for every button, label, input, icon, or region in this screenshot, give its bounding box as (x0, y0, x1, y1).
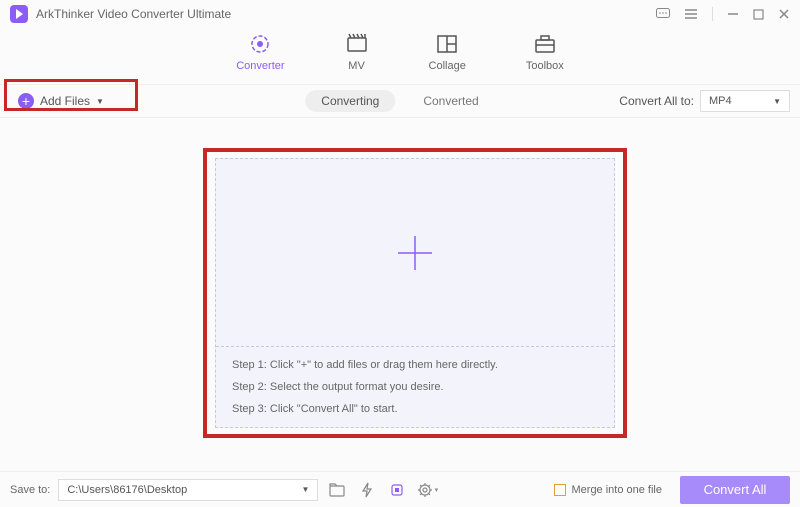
feedback-icon[interactable] (656, 8, 670, 20)
toolbar: + Add Files ▼ Converting Converted Conve… (0, 84, 800, 118)
mv-icon (345, 32, 369, 56)
settings-button[interactable]: ▾ (416, 479, 438, 501)
chevron-down-icon: ▼ (773, 97, 781, 106)
tab-converting[interactable]: Converting (305, 90, 395, 112)
mode-label: Converter (236, 60, 284, 72)
gpu-button[interactable] (386, 479, 408, 501)
divider (712, 7, 713, 21)
step-text: Step 2: Select the output format you des… (232, 381, 598, 393)
big-plus-icon[interactable] (394, 232, 436, 274)
drop-instructions: Step 1: Click "+" to add files or drag t… (216, 347, 614, 427)
app-logo (10, 5, 28, 23)
app-title: ArkThinker Video Converter Ultimate (36, 7, 656, 21)
open-folder-button[interactable] (326, 479, 348, 501)
chevron-down-icon: ▾ (435, 486, 439, 494)
conversion-tabs: Converting Converted (305, 90, 494, 112)
chevron-down-icon: ▼ (96, 97, 104, 106)
mode-toolbox[interactable]: Toolbox (526, 32, 564, 72)
convert-all-button[interactable]: Convert All (680, 476, 790, 504)
converter-icon (248, 32, 272, 56)
save-to-label: Save to: (10, 484, 50, 496)
footer-bar: Save to: C:\Users\86176\Desktop ▼ ▾ Merg… (0, 471, 800, 507)
toolbox-icon (533, 32, 557, 56)
chevron-down-icon: ▼ (301, 485, 309, 494)
mode-mv[interactable]: MV (345, 32, 369, 72)
dropzone-container: Step 1: Click "+" to add files or drag t… (215, 158, 615, 428)
add-files-label: Add Files (40, 94, 90, 108)
plus-icon: + (18, 93, 34, 109)
tab-converted[interactable]: Converted (407, 90, 494, 112)
add-files-button[interactable]: + Add Files ▼ (10, 91, 112, 111)
drop-upper (216, 159, 614, 347)
checkbox-box (554, 484, 566, 496)
merge-label: Merge into one file (572, 484, 663, 496)
mode-label: Toolbox (526, 60, 564, 72)
convert-all-to-label: Convert All to: (619, 94, 694, 108)
menu-icon[interactable] (684, 8, 698, 20)
collage-icon (435, 32, 459, 56)
mode-bar: Converter MV Collage Toolbox (0, 28, 800, 84)
step-text: Step 1: Click "+" to add files or drag t… (232, 359, 598, 371)
mode-collage[interactable]: Collage (429, 32, 466, 72)
title-bar: ArkThinker Video Converter Ultimate (0, 0, 800, 28)
mode-label: Collage (429, 60, 466, 72)
minimize-button[interactable] (727, 8, 739, 20)
close-button[interactable] (778, 8, 790, 20)
hardware-accel-button[interactable] (356, 479, 378, 501)
window-controls (656, 7, 790, 21)
merge-checkbox[interactable]: Merge into one file (554, 484, 663, 496)
main-area: Step 1: Click "+" to add files or drag t… (0, 118, 800, 471)
mode-converter[interactable]: Converter (236, 32, 284, 72)
save-path-value: C:\Users\86176\Desktop (67, 484, 187, 496)
maximize-button[interactable] (753, 9, 764, 20)
mode-label: MV (348, 60, 365, 72)
save-path-select[interactable]: C:\Users\86176\Desktop ▼ (58, 479, 318, 501)
output-format-value: MP4 (709, 95, 732, 107)
output-format-select[interactable]: MP4 ▼ (700, 90, 790, 112)
file-drop-zone[interactable]: Step 1: Click "+" to add files or drag t… (215, 158, 615, 428)
convert-all-to: Convert All to: MP4 ▼ (619, 90, 790, 112)
step-text: Step 3: Click "Convert All" to start. (232, 403, 598, 415)
